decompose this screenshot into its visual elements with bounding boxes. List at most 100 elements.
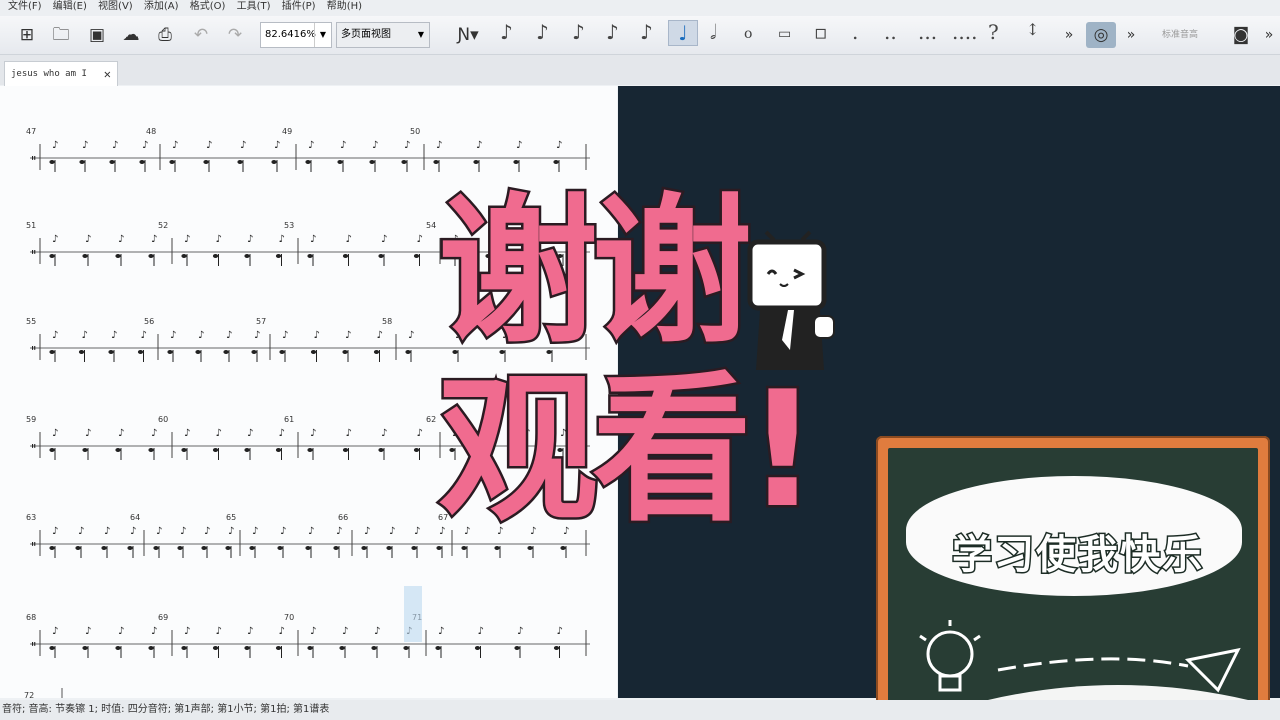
note-64th-icon[interactable]: ♪ — [500, 20, 513, 44]
zoom-select[interactable]: 82.6416% ▼ — [260, 22, 332, 48]
menu-edit[interactable]: 编辑(E) — [53, 0, 87, 14]
snare-note[interactable] — [181, 448, 187, 452]
snare-note[interactable] — [305, 546, 311, 550]
snare-note[interactable] — [49, 160, 55, 164]
menu-plugins[interactable]: 插件(P) — [282, 0, 316, 14]
hihat-note[interactable]: ♪ — [346, 428, 352, 439]
hihat-note[interactable]: ♪ — [314, 330, 320, 341]
hihat-note[interactable]: ♪ — [151, 234, 157, 245]
snare-note[interactable] — [361, 546, 367, 550]
hihat-note[interactable]: ♪ — [417, 234, 423, 245]
snare-note[interactable] — [560, 546, 566, 550]
snare-note[interactable] — [369, 160, 375, 164]
snare-note[interactable] — [413, 448, 420, 452]
hihat-note[interactable]: ♪ — [82, 330, 88, 341]
snare-note[interactable] — [474, 646, 481, 650]
hihat-note[interactable]: ♪ — [374, 626, 380, 637]
note-8th-icon[interactable]: ♪ — [606, 20, 619, 44]
snare-note[interactable] — [75, 546, 81, 550]
note-32nd-icon[interactable]: ♪ — [536, 20, 549, 44]
view-mode-select[interactable]: 多页面视图 ▼ — [336, 22, 430, 48]
selected-note-highlight[interactable] — [404, 586, 422, 642]
snare-note[interactable] — [433, 160, 439, 164]
snare-note[interactable] — [49, 448, 55, 452]
snare-note[interactable] — [148, 646, 154, 650]
snare-note[interactable] — [78, 350, 85, 354]
hihat-note[interactable]: ♪ — [381, 234, 387, 245]
snare-note[interactable] — [177, 546, 183, 550]
snare-note[interactable] — [413, 254, 420, 258]
snare-note[interactable] — [201, 546, 207, 550]
snare-note[interactable] — [137, 350, 144, 354]
note-whole-icon[interactable]: o — [744, 26, 752, 42]
undo-icon[interactable]: ↶ — [188, 22, 214, 48]
hihat-note[interactable]: ♪ — [216, 626, 222, 637]
hihat-note[interactable]: ♪ — [180, 526, 186, 537]
snare-note[interactable] — [115, 646, 121, 650]
snare-note[interactable] — [436, 546, 442, 550]
snare-note[interactable] — [337, 160, 343, 164]
hihat-note[interactable]: ♪ — [198, 330, 204, 341]
snare-note[interactable] — [279, 350, 285, 354]
snare-note[interactable] — [115, 254, 121, 258]
snare-note[interactable] — [277, 546, 283, 550]
more-voices-arrow-icon[interactable]: » — [1118, 22, 1144, 48]
hihat-note[interactable]: ♪ — [282, 330, 288, 341]
snare-note[interactable] — [553, 160, 559, 164]
hihat-note[interactable]: ♪ — [52, 234, 58, 245]
snare-note[interactable] — [371, 646, 377, 650]
hihat-note[interactable]: ♪ — [364, 526, 370, 537]
snare-note[interactable] — [244, 448, 250, 452]
snare-note[interactable] — [513, 160, 519, 164]
snare-note[interactable] — [237, 160, 243, 164]
hihat-note[interactable]: ♪ — [381, 428, 387, 439]
hihat-note[interactable]: ♪ — [104, 526, 110, 537]
hihat-note[interactable]: ♪ — [206, 140, 212, 151]
snare-note[interactable] — [527, 546, 533, 550]
concert-pitch-button[interactable]: 标准音高 — [1150, 22, 1210, 48]
snare-note[interactable] — [212, 448, 219, 452]
snare-note[interactable] — [148, 254, 154, 258]
hihat-note[interactable]: ♪ — [516, 140, 522, 151]
snare-note[interactable] — [108, 350, 114, 354]
hihat-note[interactable]: ♪ — [517, 626, 523, 637]
snare-note[interactable] — [249, 546, 255, 550]
hihat-note[interactable]: ♪ — [389, 526, 395, 537]
snare-note[interactable] — [109, 160, 115, 164]
snare-note[interactable] — [342, 448, 349, 452]
snare-note[interactable] — [49, 350, 55, 354]
voice-selector-icon[interactable]: ◎ — [1086, 22, 1116, 48]
snare-note[interactable] — [82, 448, 88, 452]
hihat-note[interactable]: ♪ — [438, 626, 444, 637]
snare-note[interactable] — [223, 350, 229, 354]
hihat-note[interactable]: ♪ — [308, 526, 314, 537]
hihat-note[interactable]: ♪ — [342, 626, 348, 637]
flip-direction-icon[interactable]: ↕ — [1026, 20, 1039, 39]
snare-note[interactable] — [275, 646, 282, 650]
hihat-note[interactable]: ♪ — [310, 234, 316, 245]
close-icon[interactable]: ✕ — [104, 62, 111, 86]
note-eighth-alt-icon[interactable]: ♪ — [640, 20, 653, 44]
menu-view[interactable]: 视图(V) — [98, 0, 133, 14]
snare-note[interactable] — [139, 160, 145, 164]
hihat-note[interactable]: ♪ — [85, 428, 91, 439]
snare-note[interactable] — [411, 546, 417, 550]
snare-note[interactable] — [153, 546, 159, 550]
hihat-note[interactable]: ♪ — [118, 234, 124, 245]
snare-note[interactable] — [307, 448, 313, 452]
hihat-note[interactable]: ♪ — [170, 330, 176, 341]
snare-note[interactable] — [553, 646, 560, 650]
snare-note[interactable] — [251, 350, 257, 354]
snare-note[interactable] — [461, 546, 467, 550]
hihat-note[interactable]: ♪ — [52, 428, 58, 439]
hihat-note[interactable]: ♪ — [184, 428, 190, 439]
hihat-note[interactable]: ♪ — [142, 140, 148, 151]
hihat-note[interactable]: ♪ — [478, 626, 484, 637]
hihat-note[interactable]: ♪ — [216, 234, 222, 245]
hihat-note[interactable]: ♪ — [556, 140, 562, 151]
snare-note[interactable] — [405, 350, 411, 354]
hihat-note[interactable]: ♪ — [280, 526, 286, 537]
new-file-icon[interactable]: ⊞ — [14, 22, 40, 48]
hihat-note[interactable]: ♪ — [52, 526, 58, 537]
print-icon[interactable]: ⎙ — [152, 22, 178, 48]
